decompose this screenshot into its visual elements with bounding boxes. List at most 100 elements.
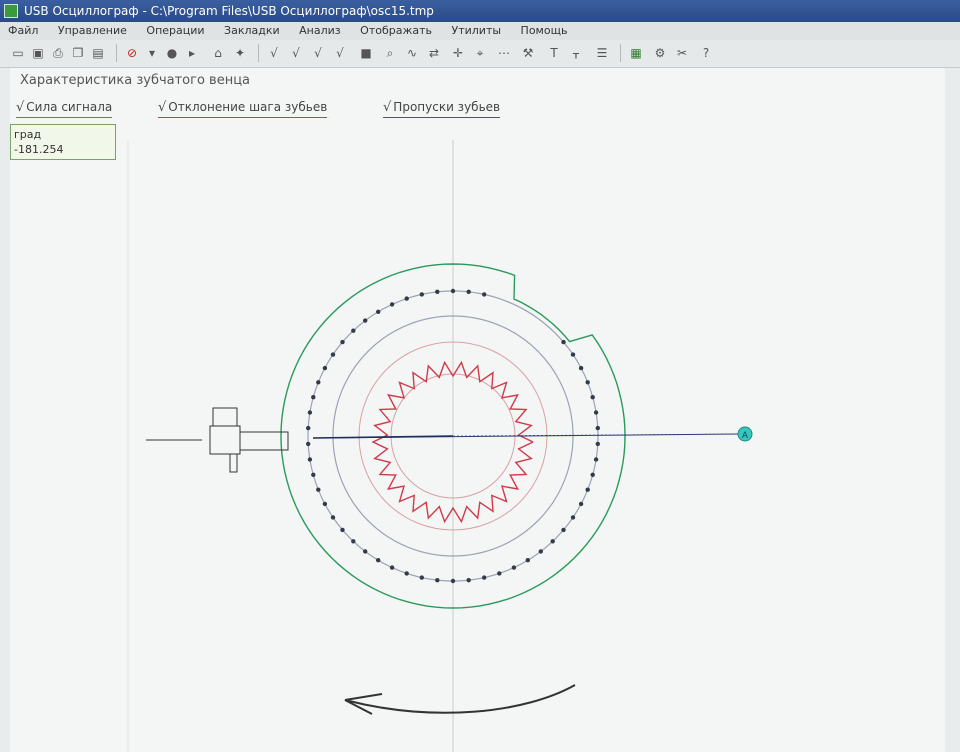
tooth-dot — [322, 365, 328, 371]
window-titlebar: USB Осциллограф - C:\Program Files\USB О… — [0, 0, 960, 22]
gear-plot[interactable]: A — [10, 68, 945, 752]
settings-icon[interactable]: ⚙ — [652, 45, 668, 61]
print-icon[interactable]: ⎙ — [50, 45, 66, 61]
rotation-arrow — [344, 684, 576, 714]
measure-v3-icon[interactable]: √ — [310, 45, 326, 61]
tooth-dot — [419, 575, 424, 580]
menu-file[interactable]: Файл — [0, 22, 46, 40]
tooth-dot — [435, 578, 440, 583]
copy-icon[interactable]: ❐ — [70, 45, 86, 61]
tooth-dot — [561, 339, 566, 345]
tooth-dot — [404, 571, 409, 576]
marker-a-label: A — [742, 431, 749, 441]
app-icon — [4, 4, 18, 18]
tooth-dot — [340, 527, 345, 533]
open-icon[interactable]: ▭ — [10, 45, 26, 61]
tooth-dot — [570, 515, 576, 520]
menu-display[interactable]: Отображать — [352, 22, 440, 40]
tooth-dot — [593, 457, 599, 462]
tooth-dot — [330, 515, 336, 520]
save-icon[interactable]: ▣ — [30, 45, 46, 61]
list-icon[interactable]: ☰ — [594, 45, 610, 61]
tooth-dot — [316, 380, 321, 385]
tooth-dot — [593, 410, 599, 415]
disk-icon[interactable]: ▤ — [90, 45, 106, 61]
tooth-dot — [578, 501, 584, 507]
record-icon[interactable]: ● — [164, 45, 180, 61]
tooth-dot — [351, 539, 356, 544]
tooth-dot — [307, 457, 313, 462]
tooth-dot — [351, 328, 356, 333]
tooth-dot — [311, 395, 316, 400]
toolbar-separator — [116, 44, 117, 62]
window-title: USB Осциллограф - C:\Program Files\USB О… — [24, 4, 434, 18]
tooth-dot — [404, 296, 409, 301]
text-tool-icon[interactable]: ᚁ — [568, 45, 584, 61]
gear-rim-panel: Характеристика зубчатого венца √ Сила сиг… — [10, 68, 945, 752]
tooth-dot — [450, 578, 456, 584]
tooth-dot — [525, 558, 530, 563]
tooth-dot — [466, 289, 471, 294]
grid-icon[interactable]: ▦ — [628, 45, 644, 61]
tool-icon[interactable]: ⚒ — [520, 45, 536, 61]
menu-utilities[interactable]: Утилиты — [444, 22, 510, 40]
menu-analysis[interactable]: Анализ — [291, 22, 349, 40]
tooth-dot — [590, 395, 595, 400]
measure-v2-icon[interactable]: √ — [288, 45, 304, 61]
scissors-icon[interactable]: ✂ — [674, 45, 690, 61]
tooth-dot — [550, 539, 555, 544]
tooth-dot — [330, 352, 336, 357]
tooth-dot — [389, 565, 395, 570]
dropdown-icon[interactable]: ▾ — [144, 45, 160, 61]
menu-bar: Файл Управление Операции Закладки Анализ… — [0, 22, 960, 40]
tooth-dot — [578, 365, 584, 371]
zoom-icon[interactable]: ⌕ — [382, 45, 398, 61]
tooth-dot — [497, 571, 502, 576]
help-icon[interactable]: ? — [698, 45, 714, 61]
tooth-dot — [376, 309, 381, 314]
menu-operations[interactable]: Операции — [138, 22, 212, 40]
dash-icon[interactable]: ⋯ — [496, 45, 512, 61]
menu-bookmarks[interactable]: Закладки — [216, 22, 288, 40]
tooth-dot — [376, 558, 381, 563]
stop-icon[interactable]: ⊘ — [124, 45, 140, 61]
tooth-dot — [538, 549, 543, 554]
tooth-dot — [570, 352, 576, 357]
tooth-dot — [585, 487, 590, 492]
tooth-dot — [306, 441, 311, 447]
menu-control[interactable]: Управление — [50, 22, 135, 40]
wave-icon[interactable]: ∿ — [404, 45, 420, 61]
menu-help[interactable]: Помощь — [513, 22, 576, 40]
text-icon[interactable]: T — [546, 45, 562, 61]
tooth-dot — [482, 292, 487, 297]
tooth-dot — [590, 472, 595, 477]
block-icon[interactable]: ■ — [358, 45, 374, 61]
tooth-dot — [561, 527, 566, 533]
pin-icon[interactable]: ✦ — [232, 45, 248, 61]
tooth-dot — [316, 487, 321, 492]
marker-icon[interactable]: ⌖ — [472, 45, 488, 61]
tooth-dot — [340, 339, 345, 345]
play-icon[interactable]: ▸ — [184, 45, 200, 61]
tooth-dot — [450, 288, 456, 294]
bookmark-icon[interactable]: ⌂ — [210, 45, 226, 61]
cursor-icon[interactable]: ⇄ — [426, 45, 442, 61]
sensor-icon — [146, 407, 289, 473]
tooth-dot — [306, 425, 311, 431]
tooth-dot — [419, 292, 424, 297]
tooth-dot — [363, 318, 368, 323]
tooth-dot — [466, 578, 471, 583]
sensor-axis-line-bold — [312, 435, 454, 439]
tooth-dot — [511, 565, 517, 570]
measure-v4-icon[interactable]: √ — [332, 45, 348, 61]
toolbar-separator — [620, 44, 621, 62]
tooth-dot — [311, 472, 316, 477]
tooth-dot — [595, 425, 600, 431]
cross-icon[interactable]: ✛ — [450, 45, 466, 61]
toolbar-separator — [258, 44, 259, 62]
tooth-dot — [389, 302, 395, 307]
tooth-dot — [585, 380, 590, 385]
measure-v-icon[interactable]: √ — [266, 45, 282, 61]
toolbar: ▭ ▣ ⎙ ❐ ▤ ⊘ ▾ ● ▸ ⌂ ✦ √ √ √ √ ■ ⌕ ∿ ⇄ ✛ … — [0, 40, 960, 68]
tooth-dot — [482, 575, 487, 580]
